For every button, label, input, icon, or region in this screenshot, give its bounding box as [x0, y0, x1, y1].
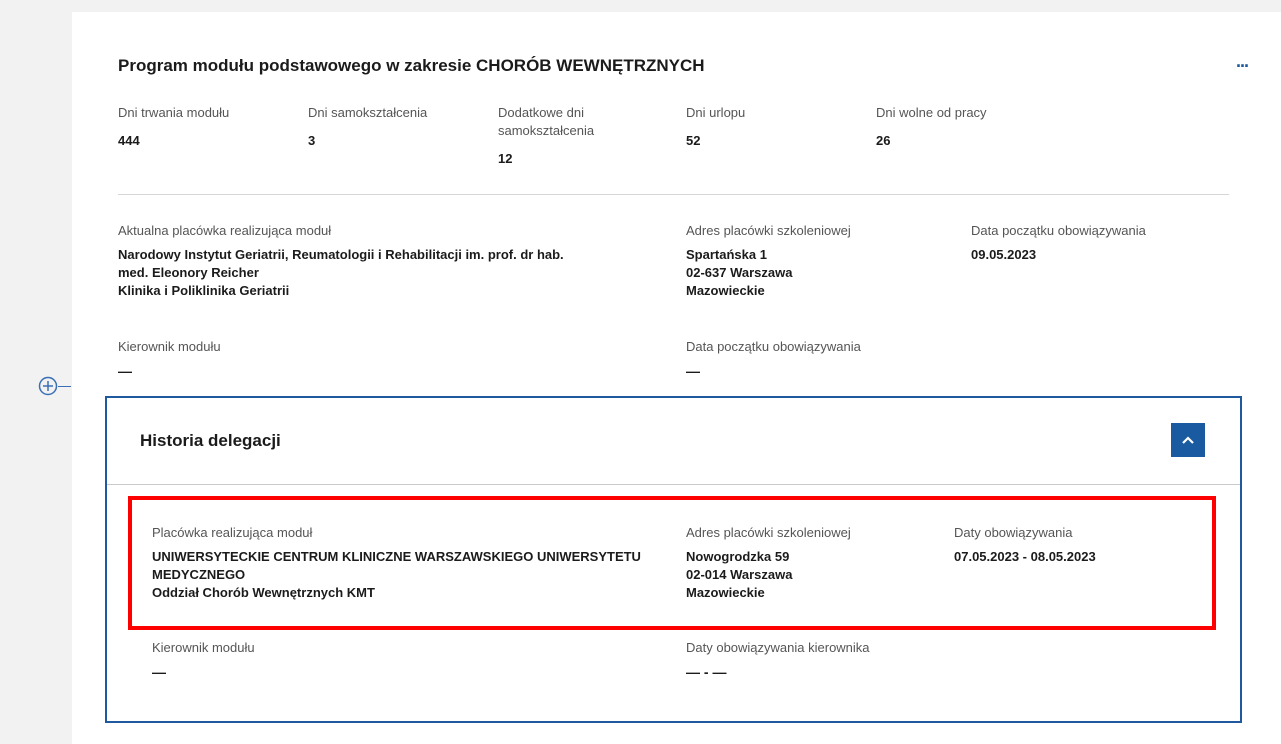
- stat-value: 444: [118, 133, 140, 148]
- stat-extra-self-study-days: Dodatkowe dni samokształcenia 12: [498, 104, 594, 168]
- module-title: Program modułu podstawowego w zakresie C…: [118, 56, 705, 75]
- history-manager-value: —: [152, 664, 166, 680]
- chevron-up-icon: [1182, 436, 1194, 444]
- module-manager: Kierownik modułu —: [118, 338, 221, 380]
- stat-module-days: Dni trwania modułu 444: [118, 104, 229, 150]
- stat-self-study-days: Dni samokształcenia 3: [308, 104, 427, 150]
- facility-name-line1: Narodowy Instytut Geriatrii, Reumatologi…: [118, 247, 564, 262]
- collapse-button[interactable]: [1171, 423, 1205, 457]
- stat-label-line1: Dodatkowe dni: [498, 105, 584, 120]
- facility-label: Aktualna placówka realizująca moduł: [118, 223, 332, 238]
- stat-value: 3: [308, 133, 316, 148]
- address-label: Adres placówki szkoleniowej: [686, 223, 851, 238]
- address-region: Mazowieckie: [686, 283, 765, 298]
- history-manager-dates: Daty obowiązywania kierownika — - —: [686, 639, 870, 681]
- manager-start-date: Data początku obowiązywania —: [686, 338, 861, 380]
- add-circle-icon[interactable]: [38, 376, 58, 396]
- facility-name-line2: med. Eleonory Reicher: [118, 265, 259, 280]
- stat-label: Dni wolne od pracy: [876, 105, 987, 120]
- more-options-button[interactable]: ...: [1236, 52, 1249, 70]
- manager-value: —: [118, 363, 132, 379]
- stat-value: 12: [498, 151, 513, 166]
- address-street: Spartańska 1: [686, 247, 767, 262]
- history-title: Historia delegacji: [140, 431, 281, 450]
- history-manager-dates-label: Daty obowiązywania kierownika: [686, 640, 870, 655]
- history-manager-label: Kierownik modułu: [152, 640, 255, 655]
- manager-label: Kierownik modułu: [118, 339, 221, 354]
- manager-start-label: Data początku obowiązywania: [686, 339, 861, 354]
- stat-vacation-days: Dni urlopu 52: [686, 104, 745, 150]
- panel-divider: [107, 484, 1240, 485]
- stat-label: Dni trwania modułu: [118, 105, 230, 120]
- facility-address: Adres placówki szkoleniowej Spartańska 1…: [686, 222, 851, 300]
- history-manager: Kierownik modułu —: [152, 639, 255, 681]
- stat-value: 52: [686, 133, 701, 148]
- stat-label: Dni samokształcenia: [308, 105, 428, 120]
- facility-start-date: Data początku obowiązywania 09.05.2023: [971, 222, 1146, 264]
- stat-label: Dni urlopu: [686, 105, 746, 120]
- manager-start-value: —: [686, 363, 700, 379]
- stat-value: 26: [876, 133, 891, 148]
- address-city: 02-637 Warszawa: [686, 265, 793, 280]
- stat-days-off: Dni wolne od pracy 26: [876, 104, 987, 150]
- highlight-box: [128, 496, 1216, 630]
- start-date-value: 09.05.2023: [971, 247, 1037, 262]
- section-divider: [118, 194, 1229, 195]
- timeline-connector: [58, 386, 71, 387]
- start-date-label: Data początku obowiązywania: [971, 223, 1146, 238]
- stat-label-line2: samokształcenia: [498, 123, 595, 138]
- facility-department: Klinika i Poliklinika Geriatrii: [118, 283, 290, 298]
- history-manager-dates-value: — - —: [686, 664, 727, 680]
- current-facility: Aktualna placówka realizująca moduł Naro…: [118, 222, 678, 300]
